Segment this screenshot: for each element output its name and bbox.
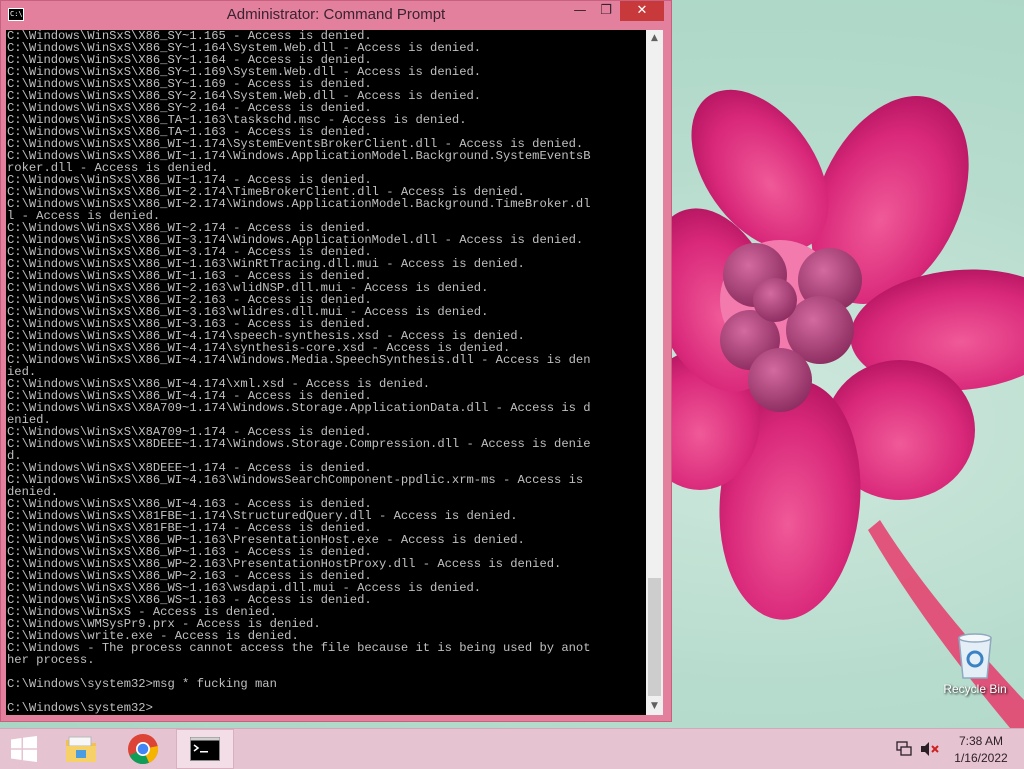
chrome-icon <box>128 734 159 765</box>
close-button[interactable]: ✕ <box>620 1 664 21</box>
command-prompt-window[interactable]: C:\ Administrator: Command Prompt — ❐ ✕ … <box>0 0 672 722</box>
file-explorer-button[interactable] <box>56 729 106 769</box>
close-icon: ✕ <box>636 3 648 18</box>
recycle-bin-shortcut[interactable]: Recycle Bin <box>940 632 1010 702</box>
volume-muted-icon[interactable] <box>920 741 940 757</box>
clock-date[interactable]: 1/16/2022 <box>946 751 1016 765</box>
scroll-down-button[interactable]: ▼ <box>646 698 663 715</box>
file-explorer-icon <box>66 736 96 762</box>
start-button[interactable] <box>0 729 48 769</box>
console-output[interactable]: C:\Windows\WinSxS\X86_SY~1.165 - Access … <box>6 30 646 715</box>
chevron-up-icon: ▲ <box>651 33 658 43</box>
recycle-bin-icon <box>958 633 992 679</box>
windows-logo-icon <box>11 736 37 762</box>
chevron-down-icon: ▼ <box>651 701 658 711</box>
taskbar: 7:38 AM 1/16/2022 <box>0 728 1024 769</box>
command-prompt-icon <box>190 737 220 761</box>
window-titlebar[interactable]: C:\ Administrator: Command Prompt — ❐ ✕ <box>1 1 671 30</box>
minimize-icon: — <box>573 3 587 18</box>
network-icon[interactable] <box>896 741 914 757</box>
command-prompt-taskbar-button[interactable] <box>176 729 234 769</box>
scroll-up-button[interactable]: ▲ <box>646 30 663 47</box>
clock-time[interactable]: 7:38 AM <box>946 734 1016 748</box>
recycle-bin-label: Recycle Bin <box>943 682 1007 696</box>
restore-icon: ❐ <box>600 3 612 18</box>
scroll-thumb[interactable] <box>648 578 661 696</box>
restore-button[interactable]: ❐ <box>593 1 619 21</box>
chrome-button[interactable] <box>118 729 168 769</box>
vertical-scrollbar[interactable]: ▲ ▼ <box>646 30 663 715</box>
minimize-button[interactable]: — <box>567 1 593 21</box>
console-text[interactable]: C:\Windows\WinSxS\X86_SY~1.165 - Access … <box>6 30 646 714</box>
